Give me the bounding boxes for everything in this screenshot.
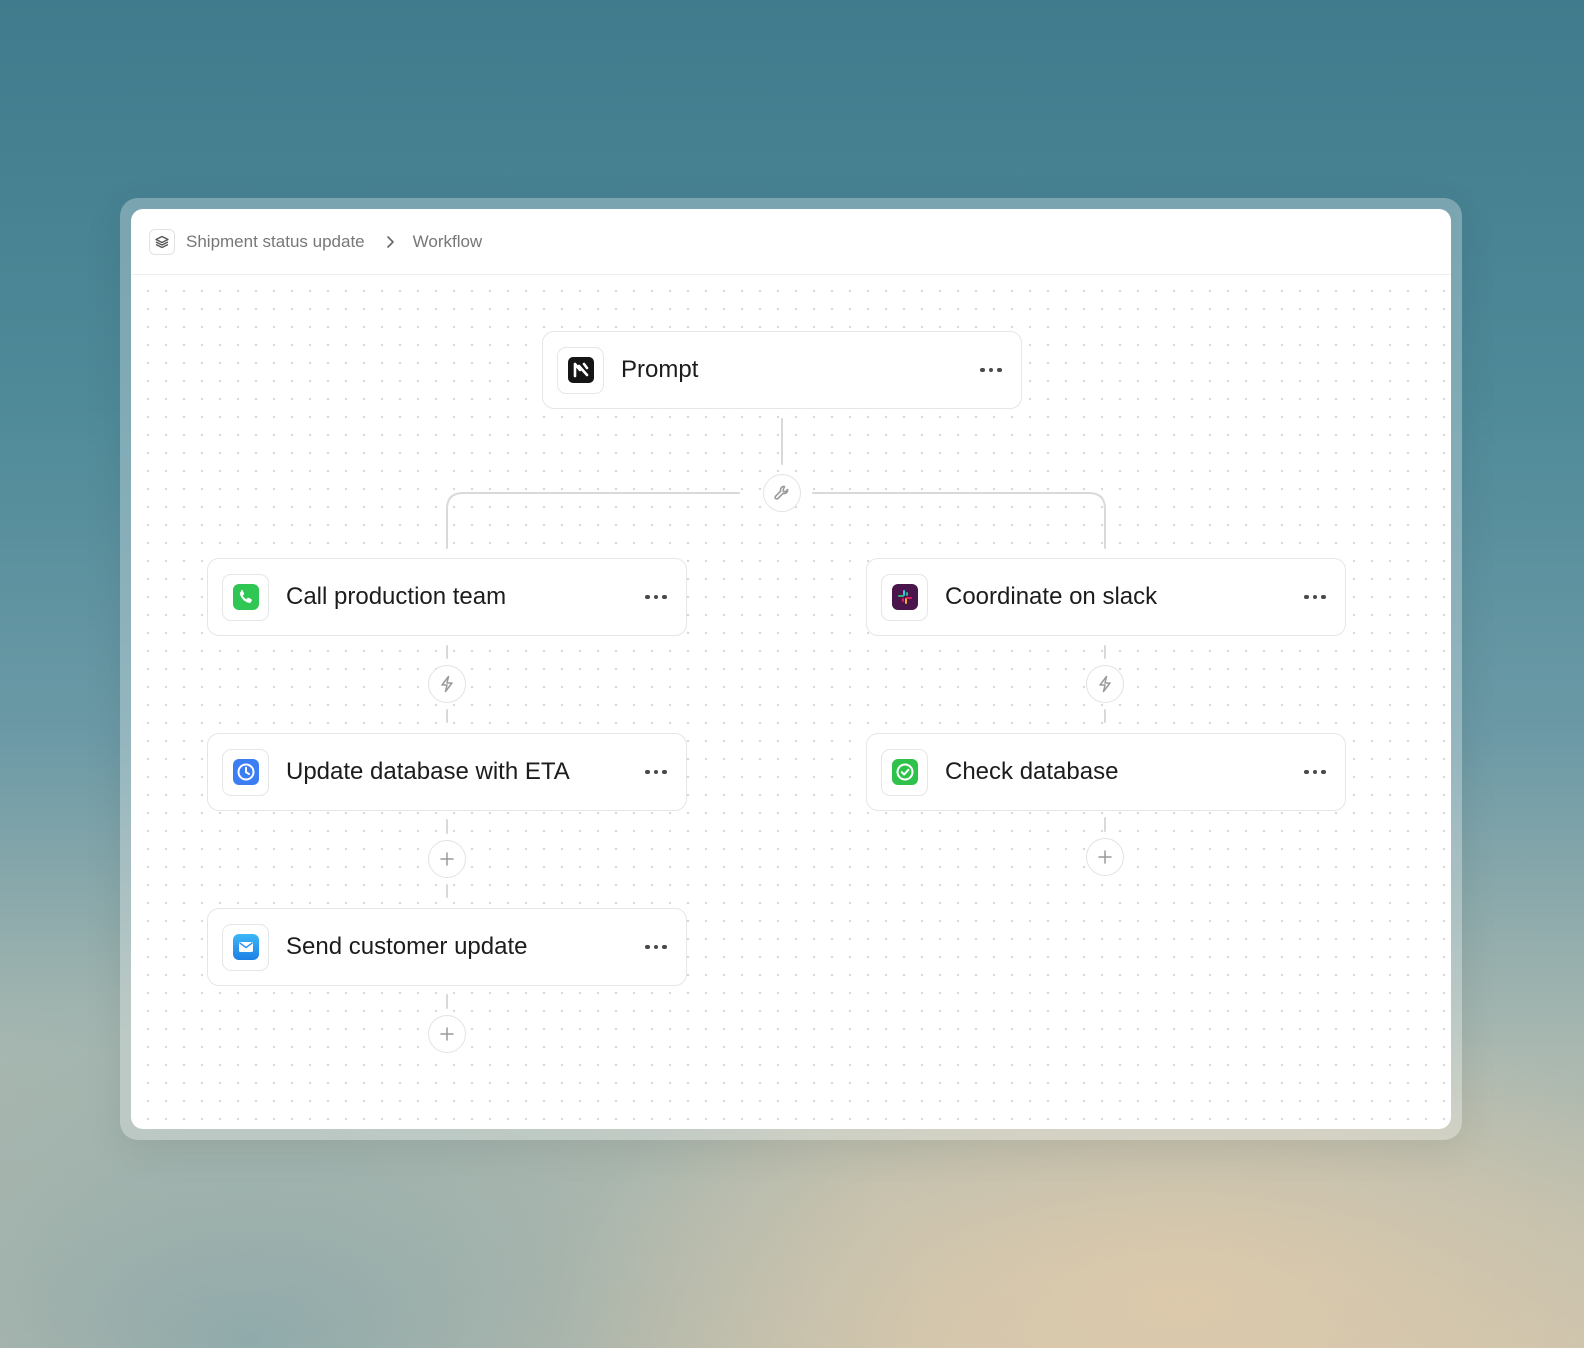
more-options-icon[interactable] (1295, 757, 1335, 787)
node-title: Update database with ETA (286, 758, 570, 785)
breadcrumb: Shipment status update Workflow (131, 209, 1451, 275)
plus-icon[interactable] (428, 1015, 466, 1053)
more-options-icon[interactable] (971, 355, 1011, 385)
node-title: Prompt (621, 356, 699, 383)
node-update-database-with-eta[interactable]: Update database with ETA (207, 733, 687, 811)
node-title: Call production team (286, 583, 507, 610)
chevron-right-icon (385, 235, 395, 249)
breadcrumb-current: Workflow (412, 231, 483, 251)
node-coordinate-on-slack[interactable]: Coordinate on slack (866, 558, 1346, 636)
node-send-customer-update[interactable]: Send customer update (207, 908, 687, 986)
node-title: Send customer update (286, 933, 528, 960)
workflow-window: Shipment status update Workflow Prompt C… (131, 209, 1451, 1129)
more-options-icon[interactable] (636, 582, 676, 612)
more-options-icon[interactable] (1295, 582, 1335, 612)
wrench-icon[interactable] (763, 474, 801, 512)
lightning-icon[interactable] (1086, 665, 1124, 703)
more-options-icon[interactable] (636, 757, 676, 787)
checkmark-icon (881, 748, 928, 796)
layers-icon[interactable] (149, 228, 175, 255)
app-logo-icon (557, 346, 604, 394)
lightning-icon[interactable] (428, 665, 466, 703)
node-title: Coordinate on slack (945, 583, 1158, 610)
clock-icon (222, 748, 269, 796)
node-prompt[interactable]: Prompt (542, 331, 1022, 409)
mail-icon (222, 923, 269, 971)
node-check-database[interactable]: Check database (866, 733, 1346, 811)
plus-icon[interactable] (428, 840, 466, 878)
workflow-canvas[interactable]: Prompt Call production team Coordinate o… (131, 276, 1451, 1129)
phone-icon (222, 573, 269, 621)
node-title: Check database (945, 758, 1119, 785)
more-options-icon[interactable] (636, 932, 676, 962)
node-call-production-team[interactable]: Call production team (207, 558, 687, 636)
slack-icon (881, 573, 928, 621)
plus-icon[interactable] (1086, 838, 1124, 876)
breadcrumb-project[interactable]: Shipment status update (186, 232, 365, 252)
